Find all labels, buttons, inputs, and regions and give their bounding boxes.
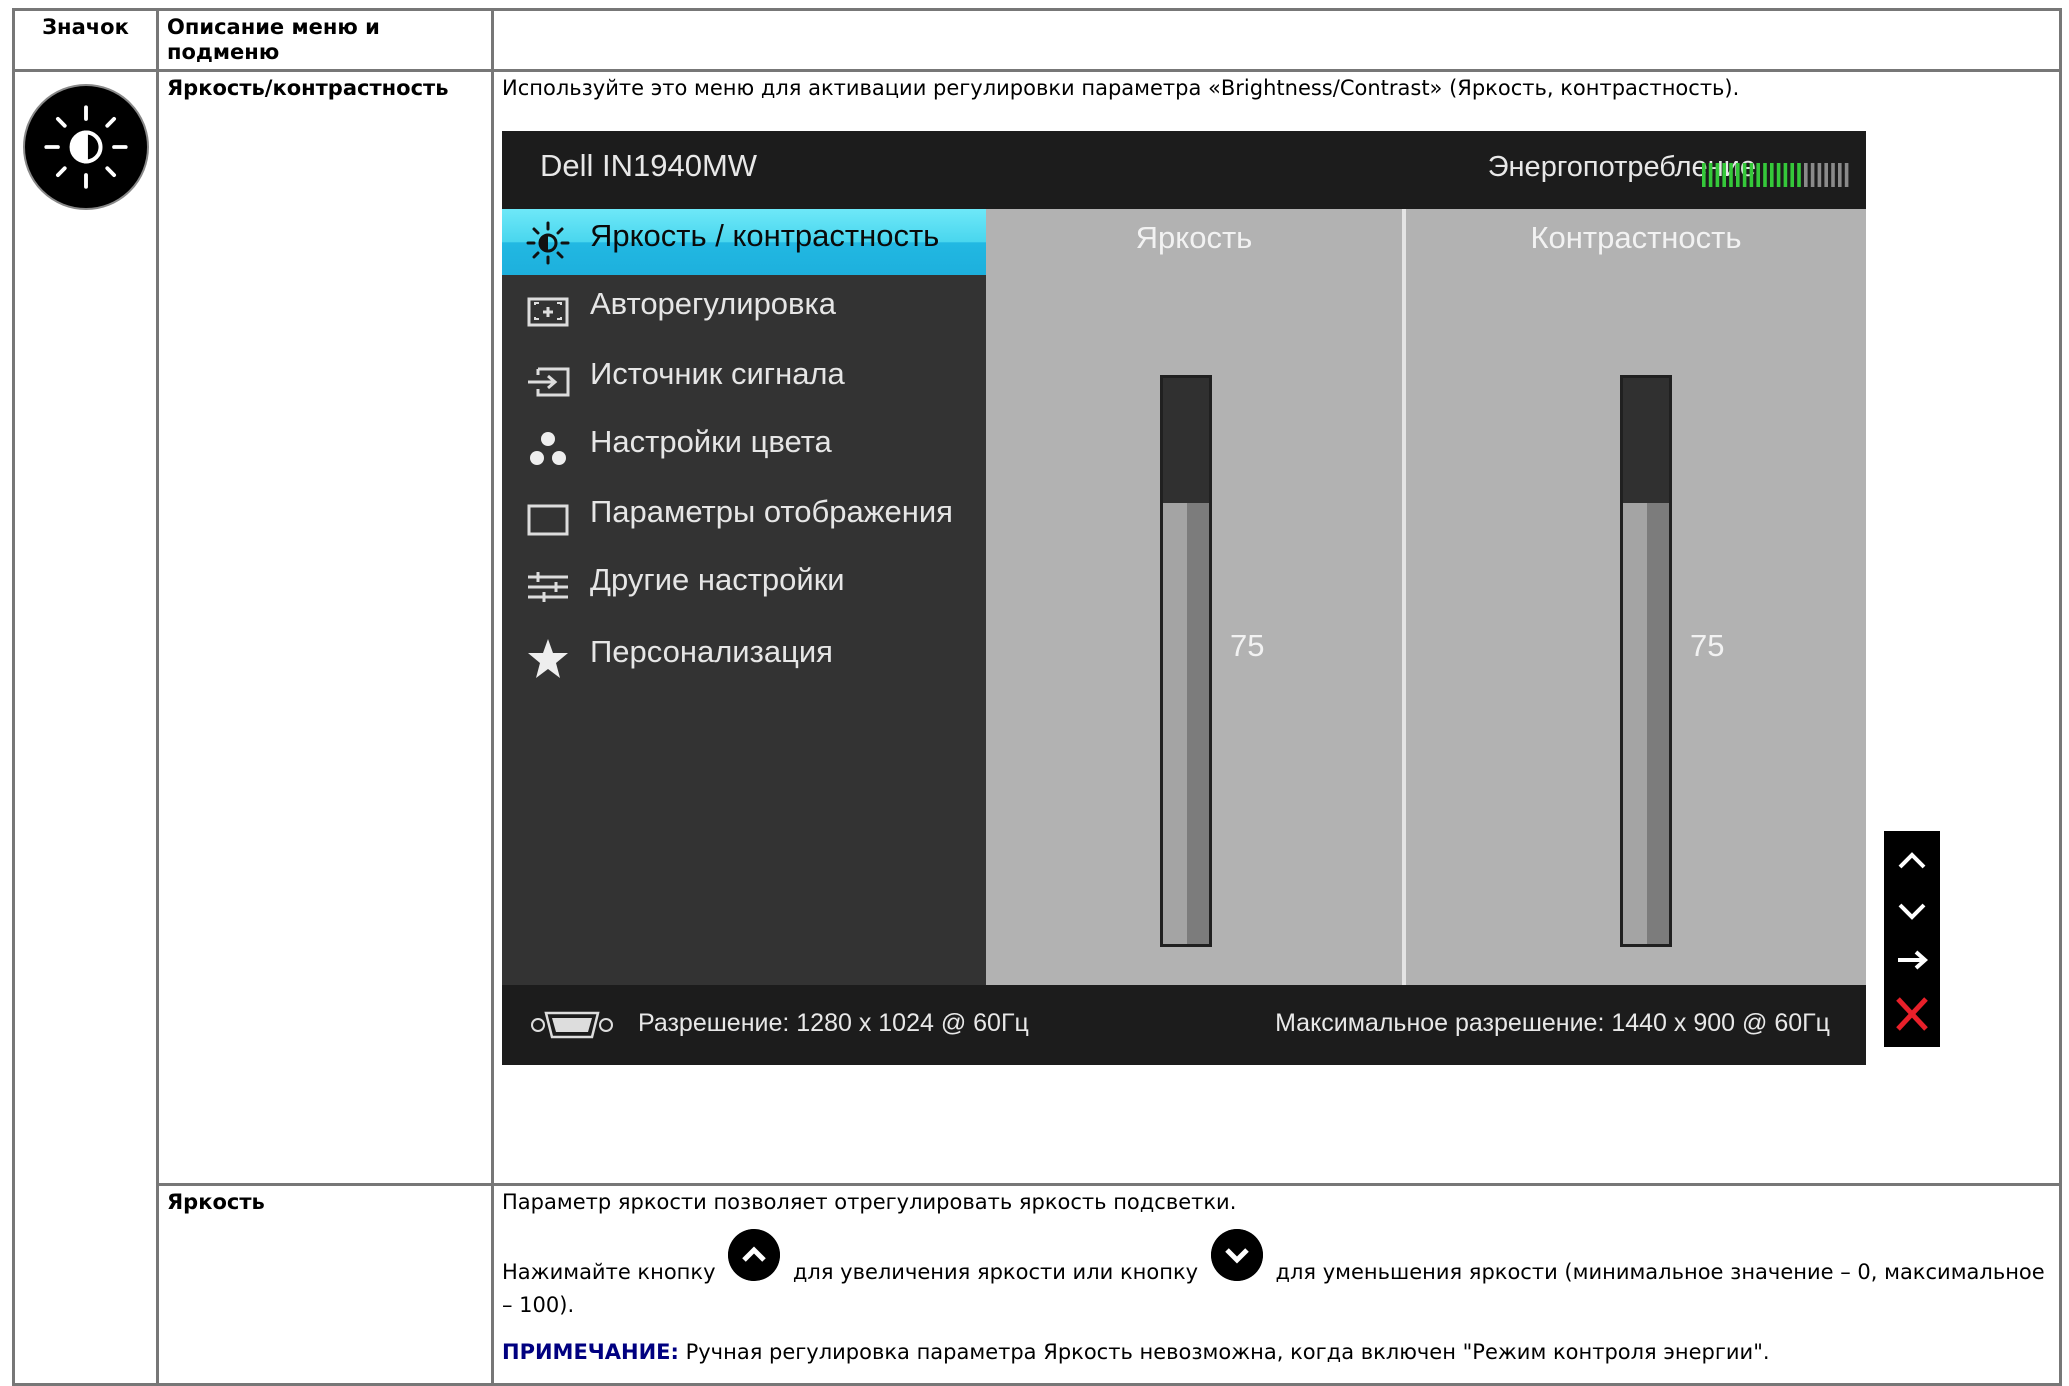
brightness-description: Параметр яркости позволяет отрегулироват… [502,1190,1237,1214]
energy-segment [1783,163,1788,187]
instruction-middle: для увеличения яркости или кнопку [792,1260,1199,1284]
auto-adjust-icon [527,297,569,327]
brightness-slider[interactable] [1160,375,1212,947]
energy-segment [1804,163,1808,187]
energy-segment [1810,163,1815,187]
osd-model-name: Dell IN1940MW [540,148,758,183]
contrast-title: Контрастность [1530,220,1742,255]
osd-screenshot: Dell IN1940MW Энергопотребление Яркость … [502,131,1940,1065]
slider-fill [1187,503,1209,944]
table-row: Яркость Параметр яркости позволяет отрег… [14,1183,2062,1386]
contrast-panel: Контрастность 75 [1406,209,1866,985]
slider-fill [1647,503,1669,944]
brightness-title: Яркость [1135,220,1253,255]
energy-meter [1702,163,1849,187]
note-label: ПРИМЕЧАНИЕ: [502,1340,679,1364]
brightness-icon [526,221,570,265]
table-header-row: Значок Описание меню и подменю [12,8,2062,72]
menu-item-label: Авторегулировка [590,286,837,321]
brightness-note: ПРИМЕЧАНИЕ: Ручная регулировка параметра… [502,1340,2051,1365]
right-arrow-icon[interactable] [1884,935,1940,985]
energy-segment [1702,163,1706,187]
other-settings-icon [528,572,568,602]
note-text: Ручная регулировка параметра Яркость нев… [685,1340,1770,1364]
down-arrow-icon[interactable] [1884,887,1940,937]
menu-item-other-settings[interactable]: Другие настройки [502,553,986,619]
energy-segment [1756,163,1760,187]
contrast-value: 75 [1690,628,1725,663]
input-source-icon [528,367,570,397]
slider-empty [1163,378,1209,503]
instruction-before: Нажимайте кнопку [502,1260,716,1284]
osd-title-bar: Dell IN1940MW Энергопотребление [502,131,1866,209]
brightness-panel: Яркость 75 [986,209,1402,985]
menu-item-personalize[interactable]: Персонализация [502,625,986,691]
energy-segment [1824,163,1828,187]
menu-description-table: Значок Описание меню и подменю Яркость/к… [12,8,2062,1386]
energy-segment [1844,163,1849,187]
menu-item-label: Параметры отображения [590,494,953,529]
menu-item-auto-adjust[interactable]: Авторегулировка [502,277,986,343]
current-resolution: Разрешение: 1280 x 1024 @ 60Гц [638,1009,1029,1037]
header-icon: Значок [12,8,159,72]
energy-segment [1722,163,1726,187]
osd-nav-buttons [1884,831,1940,1047]
osd-footer: Разрешение: 1280 x 1024 @ 60Гц Максималь… [502,985,1866,1065]
energy-segment [1776,163,1781,187]
icon-cell [12,69,159,1386]
max-resolution: Максимальное разрешение: 1440 x 900 @ 60… [1275,1009,1830,1037]
energy-segment [1763,163,1767,187]
energy-segment [1790,163,1794,187]
slider-empty [1623,378,1669,503]
energy-segment [1838,163,1842,187]
energy-segment [1749,163,1754,187]
menu-item-color-settings[interactable]: Настройки цвета [502,415,986,481]
up-arrow-icon[interactable] [1884,835,1940,885]
menu-item-label: Источник сигнала [590,356,845,391]
display-settings-icon [527,504,569,536]
menu-item-brightness-contrast[interactable]: Яркость / контрастность [502,209,986,275]
row-content-brightness-contrast: Используйте это меню для активации регул… [491,69,2062,1186]
energy-segment [1831,163,1835,187]
brightness-value: 75 [1230,628,1265,663]
osd-menu: Яркость / контрастность Авторегулировка [502,209,986,985]
down-button-icon [1210,1229,1263,1281]
menu-item-label: Другие настройки [590,562,845,597]
row-content-brightness: Параметр яркости позволяет отрегулироват… [491,1183,2062,1386]
row-title-brightness: Яркость [156,1183,494,1386]
vga-connector-icon [531,1011,613,1039]
energy-segment [1729,163,1733,187]
close-icon[interactable] [1884,989,1940,1039]
header-description: Описание меню и подменю [156,8,494,72]
brightness-contrast-icon [23,84,149,210]
menu-item-label: Персонализация [590,634,833,669]
energy-segment [1770,163,1774,187]
contrast-slider[interactable] [1620,375,1672,947]
menu-item-display-settings[interactable]: Параметры отображения [502,485,986,551]
brightness-instruction: Нажимайте кнопку для увеличения яркости … [502,1229,2051,1318]
color-settings-icon [530,432,566,465]
energy-segment [1708,163,1713,187]
energy-segment [1736,163,1740,187]
table-row: Яркость/контрастность Используйте это ме… [12,69,2062,1386]
menu-item-input-source[interactable]: Источник сигнала [502,347,986,413]
header-empty [491,8,2062,72]
energy-segment [1742,163,1747,187]
row-description: Используйте это меню для активации регул… [502,76,1740,100]
menu-item-label: Настройки цвета [590,424,832,459]
menu-item-label: Яркость / контрастность [590,218,940,253]
energy-segment [1817,163,1822,187]
energy-segment [1715,163,1720,187]
energy-segment [1797,163,1801,187]
star-icon [528,639,568,678]
up-button-icon [728,1229,781,1281]
row-title-brightness-contrast: Яркость/контрастность [156,69,494,1186]
